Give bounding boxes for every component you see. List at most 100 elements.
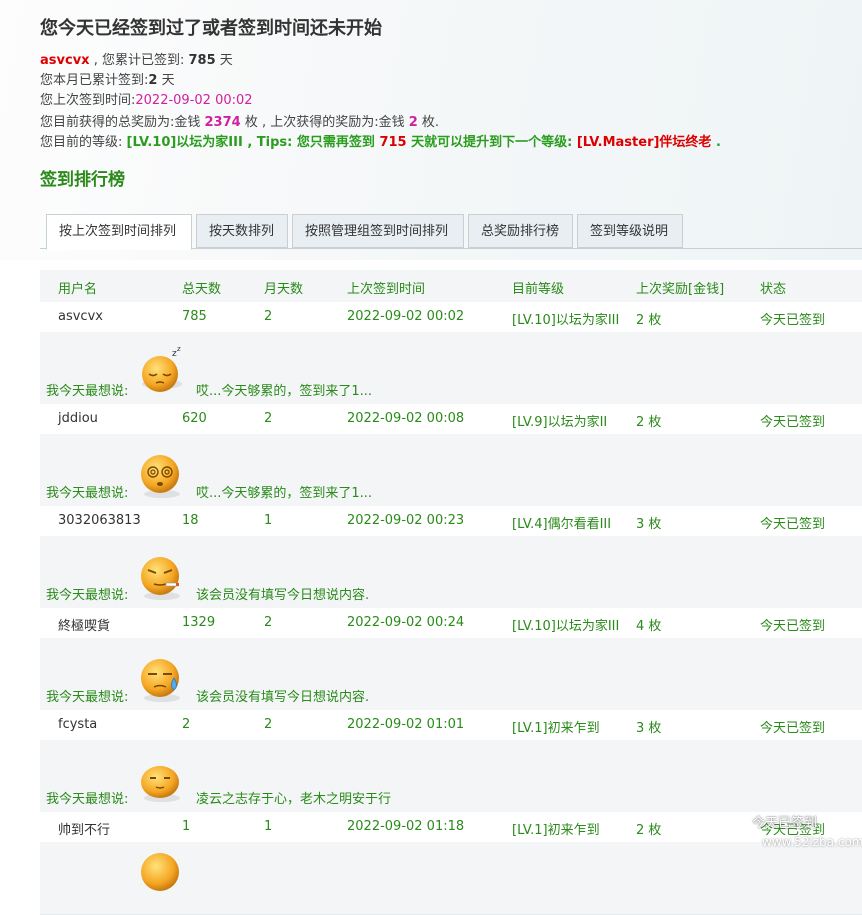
table-row: asvcvx 785 2 2022-09-02 00:02 [LV.10]以坛为…	[40, 302, 862, 333]
row-level: [LV.4]偶尔看看III	[512, 517, 612, 532]
content-face-icon	[141, 766, 180, 802]
table-row: jddiou 620 2 2022-09-02 00:08 [LV.9]以坛为家…	[40, 404, 862, 435]
row-last-time: 2022-09-02 00:23	[347, 513, 465, 528]
col-level: 目前等级	[512, 282, 565, 297]
say-row: 我今天最想说: 凌云之志存于心，老木之明安于行	[40, 740, 862, 813]
row-level: [LV.1]初来乍到	[512, 721, 600, 736]
row-reward: 2 枚	[636, 313, 662, 328]
row-last-time: 2022-09-02 00:24	[347, 615, 465, 630]
reward-line: 您目前获得的总奖励为:金钱 2374 枚 , 上次获得的奖励为:金钱 2 枚.	[40, 115, 440, 130]
table-header: 用户名 总天数 月天数 上次签到时间 目前等级 上次奖励[金钱] 状态	[40, 270, 862, 303]
row-last-time: 2022-09-02 01:18	[347, 819, 465, 834]
say-text: 哎...今天够累的，签到来了1...	[196, 384, 373, 399]
tab-by-days[interactable]: 按天数排列	[196, 214, 288, 248]
level-next: [LV.Master]伴坛终老	[576, 135, 712, 150]
reward-last-value: 2	[408, 115, 418, 130]
username-link[interactable]: asvcvx	[40, 53, 90, 68]
row-month-days: 2	[264, 411, 273, 426]
row-username[interactable]: 終極喫貨	[58, 615, 110, 634]
col-status: 状态	[760, 282, 787, 297]
say-row: 我今天最想说: 哎...今天够累的，签到来了1...	[40, 434, 862, 507]
sweat-face-icon	[141, 659, 180, 702]
row-reward: 2 枚	[636, 823, 662, 838]
smoking-face-icon	[141, 557, 180, 600]
row-level: [LV.1]初来乍到	[512, 823, 600, 838]
say-text: 凌云之志存于心，老木之明安于行	[196, 792, 392, 807]
level-days-value: 715	[379, 135, 407, 150]
row-total-days: 2	[182, 717, 191, 732]
row-last-time: 2022-09-02 01:01	[347, 717, 465, 732]
row-username[interactable]: fcysta	[58, 717, 97, 732]
row-username[interactable]: 帅到不行	[58, 819, 110, 838]
row-status: 今天已签到	[760, 313, 826, 328]
say-label: 我今天最想说:	[46, 384, 129, 399]
say-text: 哎...今天够累的，签到来了1...	[196, 486, 373, 501]
row-last-time: 2022-09-02 00:08	[347, 411, 465, 426]
say-row: 我今天最想说: z z 哎...今天够累的，签到来了1...	[40, 332, 862, 405]
sleepy-face-icon: z z	[142, 346, 182, 392]
row-total-days: 620	[182, 411, 207, 426]
col-total-days: 总天数	[182, 282, 222, 297]
row-month-days: 2	[264, 615, 273, 630]
row-last-time: 2022-09-02 00:02	[347, 309, 465, 324]
row-username[interactable]: 3032063813	[58, 513, 141, 528]
ranking-title: 签到排行榜	[40, 170, 125, 190]
say-label: 我今天最想说:	[46, 588, 129, 603]
say-label: 我今天最想说:	[46, 792, 129, 807]
say-row	[40, 842, 862, 915]
say-label: 我今天最想说:	[46, 486, 129, 501]
col-last-time: 上次签到时间	[347, 282, 426, 297]
reward-total-value: 2374	[204, 115, 241, 130]
table-row: 終極喫貨 1329 2 2022-09-02 00:24 [LV.10]以坛为家…	[40, 608, 862, 639]
table-row: fcysta 2 2 2022-09-02 01:01 [LV.1]初来乍到 3…	[40, 710, 862, 741]
row-total-days: 18	[182, 513, 199, 528]
row-reward: 3 枚	[636, 721, 662, 736]
row-status: 今天已签到	[760, 517, 826, 532]
tab-total-reward[interactable]: 总奖励排行榜	[468, 214, 573, 248]
row-status: 今天已签到	[760, 619, 826, 634]
table-row: 3032063813 18 1 2022-09-02 00:23 [LV.4]偶…	[40, 506, 862, 537]
row-username[interactable]: asvcvx	[58, 309, 103, 324]
row-level: [LV.10]以坛为家III	[512, 313, 620, 328]
row-reward: 2 枚	[636, 415, 662, 430]
say-text: 该会员没有填写今日想说内容.	[196, 690, 370, 705]
smile-face-icon	[141, 853, 179, 891]
row-level: [LV.9]以坛为家II	[512, 415, 608, 430]
level-line: 您目前的等级: [LV.10]以坛为家III , Tips: 您只需再签到 71…	[40, 135, 721, 150]
row-month-days: 2	[264, 309, 273, 324]
row-month-days: 2	[264, 717, 273, 732]
svg-text:z: z	[177, 346, 181, 353]
row-total-days: 785	[182, 309, 207, 324]
row-status: 今天已签到	[760, 415, 826, 430]
last-sign-time: 2022-09-02 00:02	[135, 93, 253, 108]
row-month-days: 1	[264, 513, 273, 528]
say-row: 我今天最想说: 该会员没有填写今日想说内容.	[40, 638, 862, 711]
total-days-line: asvcvx , 您累计已签到: 785 天	[40, 53, 233, 68]
row-reward: 4 枚	[636, 619, 662, 634]
tab-by-admin-group[interactable]: 按照管理组签到时间排列	[292, 214, 464, 248]
watermark-url: www.52lzba.com	[762, 835, 862, 849]
row-status: 今天已签到	[760, 721, 826, 736]
level-current: [LV.10]以坛为家III , Tips: 您只需再签到	[126, 135, 380, 150]
say-label: 我今天最想说:	[46, 690, 129, 705]
say-text: 该会员没有填写今日想说内容.	[196, 588, 370, 603]
col-month-days: 月天数	[264, 282, 304, 297]
say-row: 我今天最想说: 该会员没有填写今日想说内容.	[40, 536, 862, 609]
tab-by-last-time[interactable]: 按上次签到时间排列	[46, 214, 192, 250]
row-total-days: 1329	[182, 615, 216, 630]
col-username: 用户名	[58, 282, 98, 297]
row-reward: 3 枚	[636, 517, 662, 532]
table-row: 帅到不行 1 1 2022-09-02 01:18 [LV.1]初来乍到 2 枚…	[40, 812, 862, 843]
tab-level-info[interactable]: 签到等级说明	[577, 214, 683, 248]
row-level: [LV.10]以坛为家III	[512, 619, 620, 634]
page-title: 您今天已经签到过了或者签到时间还未开始	[40, 18, 382, 39]
dizzy-face-icon	[141, 455, 180, 498]
row-username[interactable]: jddiou	[58, 411, 98, 426]
month-days-line: 您本月已累计签到:2 天	[40, 73, 175, 88]
total-days-value: 785	[188, 53, 216, 68]
row-month-days: 1	[264, 819, 273, 834]
last-sign-line: 您上次签到时间:2022-09-02 00:02	[40, 93, 253, 108]
row-total-days: 1	[182, 819, 191, 834]
watermark-logo: 今天已签到	[752, 816, 818, 831]
col-reward: 上次奖励[金钱]	[636, 282, 725, 297]
